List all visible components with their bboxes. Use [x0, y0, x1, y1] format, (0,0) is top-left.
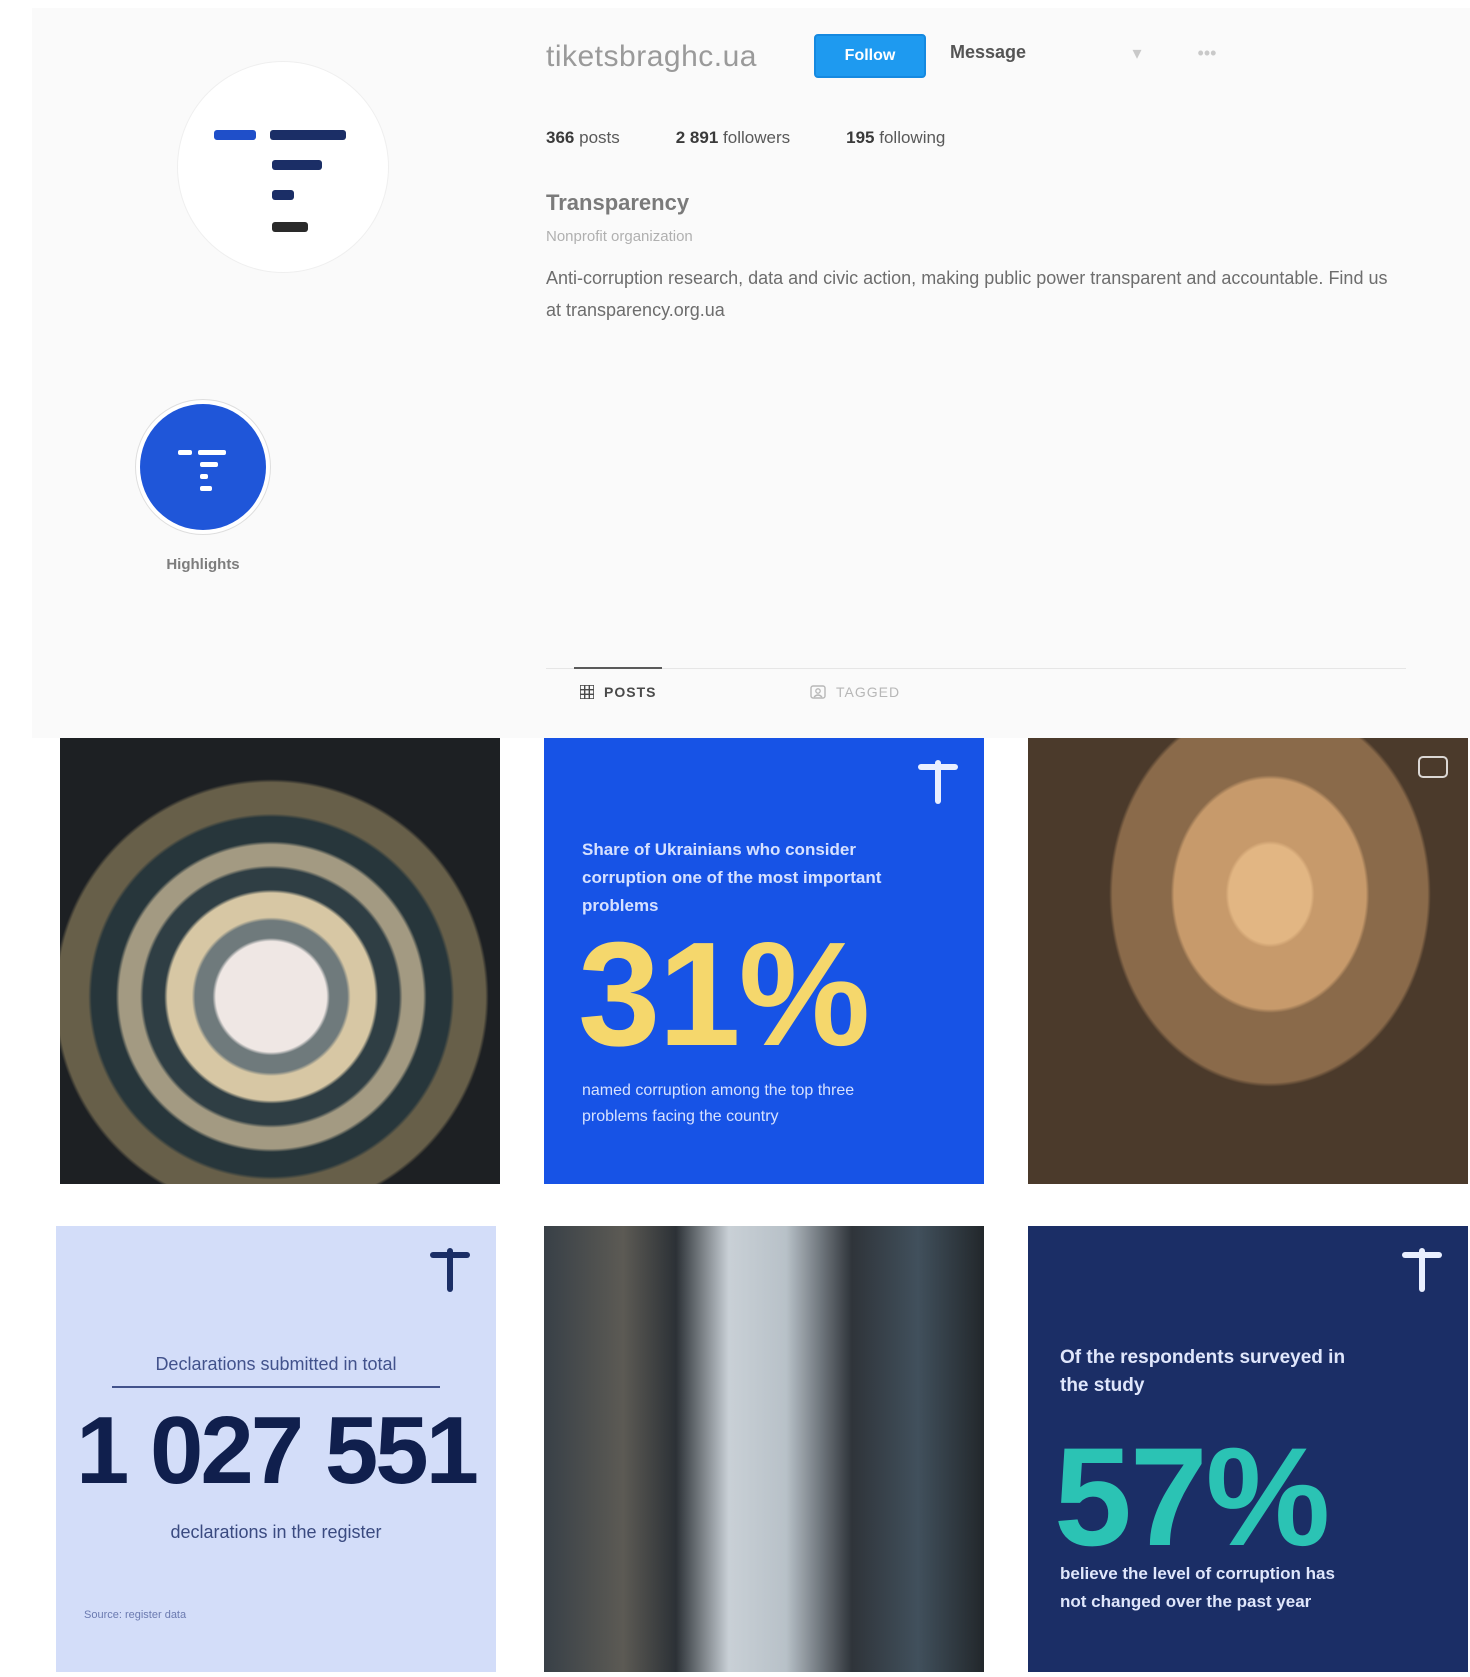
- post-tile[interactable]: Share of Ukrainians who consider corrupt…: [544, 738, 984, 1184]
- profile-avatar[interactable]: [178, 62, 388, 272]
- tab-posts-label: POSTS: [604, 684, 657, 700]
- logo-icon: [918, 760, 958, 804]
- profile-username: tiketsbraghc.ua: [546, 40, 757, 73]
- post-tile[interactable]: Declarations submitted in total 1 027 55…: [56, 1226, 496, 1672]
- message-button[interactable]: Message: [950, 42, 1026, 63]
- tab-posts[interactable]: POSTS: [573, 667, 663, 700]
- profile-stats: 366 posts 2 891 followers 195 following: [546, 128, 945, 148]
- post-subtitle: declarations in the register: [170, 1522, 382, 1542]
- following-count-value: 195: [846, 128, 875, 147]
- following-count[interactable]: 195 following: [846, 128, 945, 148]
- post-stat-value: 57%: [1054, 1418, 1330, 1575]
- followers-count-value: 2 891: [675, 128, 719, 147]
- posts-count-value: 366: [546, 128, 575, 147]
- post-tile[interactable]: [1028, 738, 1468, 1184]
- followers-count-label: followers: [723, 128, 791, 147]
- post-headline: Of the respondents surveyed in the study: [1060, 1347, 1346, 1396]
- bio-category: Nonprofit organization: [546, 228, 693, 245]
- logo-icon: [178, 450, 226, 491]
- post-headline: Declarations submitted in total: [155, 1354, 397, 1374]
- post-headline: Share of Ukrainians who consider corrupt…: [582, 840, 882, 915]
- logo-bar-icon: [272, 222, 308, 232]
- follow-button[interactable]: Follow: [814, 34, 926, 78]
- following-count-label: following: [879, 128, 946, 147]
- followers-count[interactable]: 2 891 followers: [676, 128, 790, 148]
- logo-bar-icon: [214, 130, 256, 140]
- posts-count: 366 posts: [546, 128, 620, 148]
- highlight-label: Highlights: [166, 556, 240, 573]
- post-footnote: named corruption among the top three pro…: [582, 1082, 855, 1125]
- profile-page: tiketsbraghc.ua Follow Message ▾ ••• 366…: [0, 0, 1470, 1677]
- suggested-accounts-icon[interactable]: ▾: [1120, 42, 1154, 64]
- tag-icon: [810, 685, 826, 699]
- grid-icon: [580, 685, 594, 699]
- post-tile[interactable]: [544, 1226, 984, 1672]
- post-tile[interactable]: [60, 738, 500, 1184]
- logo-bar-icon: [272, 190, 294, 200]
- video-icon: [1418, 756, 1448, 778]
- post-stat-value: 1 027 551: [75, 1397, 479, 1504]
- post-footnote: believe the level of corruption has not …: [1060, 1564, 1335, 1611]
- logo-icon: [430, 1248, 470, 1292]
- highlight-cover: [140, 404, 266, 530]
- story-highlight[interactable]: Highlights: [128, 404, 278, 573]
- post-source: Source: register data: [84, 1609, 187, 1621]
- logo-bar-icon: [270, 130, 346, 140]
- more-icon[interactable]: •••: [1190, 42, 1224, 64]
- post-tile[interactable]: Of the respondents surveyed in the study…: [1028, 1226, 1468, 1672]
- bio-text: Anti-corruption research, data and civic…: [546, 268, 1388, 320]
- tab-tagged[interactable]: TAGGED: [810, 684, 900, 700]
- logo-bar-icon: [272, 160, 322, 170]
- tab-tagged-label: TAGGED: [836, 684, 901, 700]
- post-stat-value: 31%: [578, 912, 870, 1077]
- posts-count-label: posts: [579, 128, 620, 147]
- bio-name: Transparency: [546, 190, 690, 215]
- post-divider: [112, 1386, 440, 1388]
- tabs-divider: [546, 668, 1406, 669]
- logo-icon: [1402, 1248, 1442, 1292]
